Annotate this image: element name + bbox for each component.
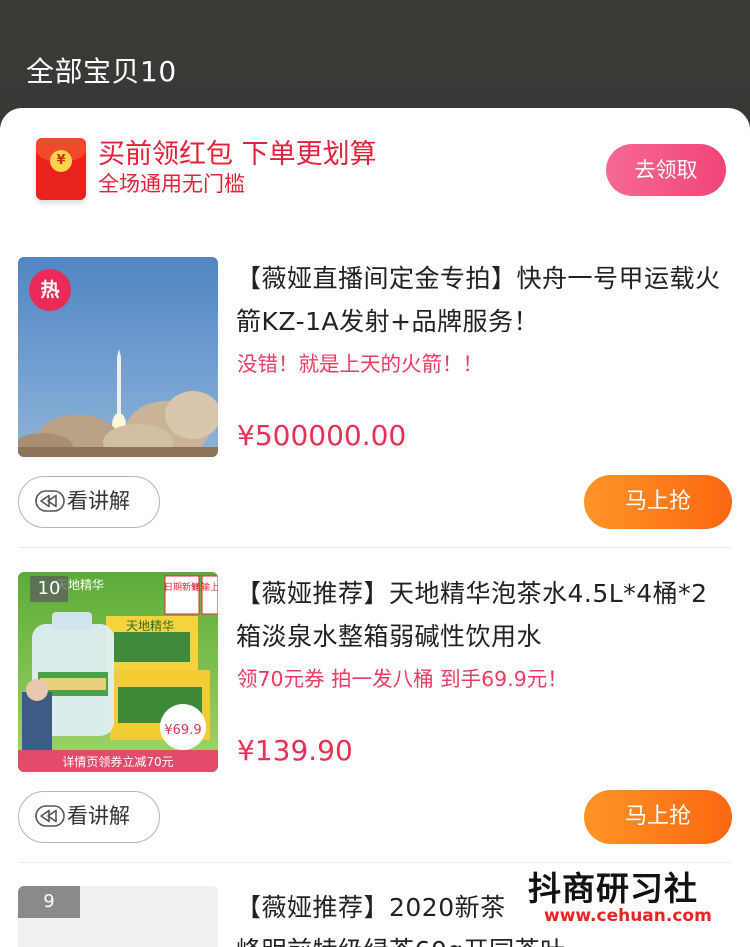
- product-title[interactable]: 【薇娅直播间定金专拍】快舟一号甲运载火箭KZ-1A发射+品牌服务！: [236, 257, 726, 343]
- water-product-image: 天地精华 日期新鲜 运输上门 天地精华 ¥69.9 详情页领券立减70元: [18, 572, 218, 772]
- hot-badge: 热: [29, 269, 71, 311]
- product-list-sheet: ¥ 买前领红包 下单更划算 全场通用无门槛 去领取 热 【薇娅直播间定金专拍】快…: [0, 108, 750, 947]
- product-price: ¥500000.00: [237, 419, 407, 452]
- coupon-title: 买前领红包 下单更划算: [98, 139, 377, 170]
- image-box-brand: 天地精华: [126, 619, 174, 633]
- product-card: 天地精华 日期新鲜 运输上门 天地精华 ¥69.9 详情页领券立减70元 10 …: [0, 572, 750, 862]
- rewind-icon: [35, 805, 65, 827]
- explain-label: 看讲解: [67, 489, 130, 513]
- claim-coupon-button[interactable]: 去领取: [606, 144, 726, 196]
- explain-button[interactable]: 看讲解: [18, 476, 160, 528]
- top-bar: 全部宝贝10: [0, 0, 750, 125]
- buy-now-button[interactable]: 马上抢: [584, 790, 732, 844]
- watermark-url: www.cehuan.com: [544, 906, 712, 926]
- image-price-tag: ¥69.9: [164, 723, 201, 738]
- rank-number: 9: [18, 886, 80, 918]
- product-title[interactable]: 【薇娅推荐】天地精华泡茶水4.5L*4桶*2箱淡泉水整箱弱碱性饮用水: [236, 572, 726, 658]
- watermark-logo: 抖商研习社: [528, 869, 698, 908]
- product-promo: 没错！就是上天的火箭！！: [237, 352, 483, 376]
- buy-now-button[interactable]: 马上抢: [584, 475, 732, 529]
- rewind-icon: [35, 490, 65, 512]
- divider: [18, 547, 732, 548]
- product-price: ¥139.90: [237, 734, 353, 767]
- image-bottom-banner: 详情页领券立减70元: [62, 754, 173, 769]
- explain-button[interactable]: 看讲解: [18, 791, 160, 843]
- red-envelope-icon: ¥: [36, 138, 86, 200]
- image-tag-delivery: 运输上门: [192, 581, 218, 593]
- product-card: 热 【薇娅直播间定金专拍】快舟一号甲运载火箭KZ-1A发射+品牌服务！ 没错！就…: [0, 257, 750, 547]
- rank-number: 10: [30, 576, 68, 602]
- coupon-subtitle: 全场通用无门槛: [98, 172, 245, 196]
- product-image-tea[interactable]: 9: [18, 886, 218, 947]
- product-image-rocket[interactable]: 热: [18, 257, 218, 457]
- coupon-banner: ¥ 买前领红包 下单更划算 全场通用无门槛 去领取: [0, 108, 750, 220]
- page-title: 全部宝贝10: [26, 55, 177, 88]
- explain-label: 看讲解: [67, 804, 130, 828]
- product-promo: 领70元券 拍一发八桶 到手69.9元！: [237, 667, 568, 691]
- product-image-water[interactable]: 天地精华 日期新鲜 运输上门 天地精华 ¥69.9 详情页领券立减70元 10: [18, 572, 218, 772]
